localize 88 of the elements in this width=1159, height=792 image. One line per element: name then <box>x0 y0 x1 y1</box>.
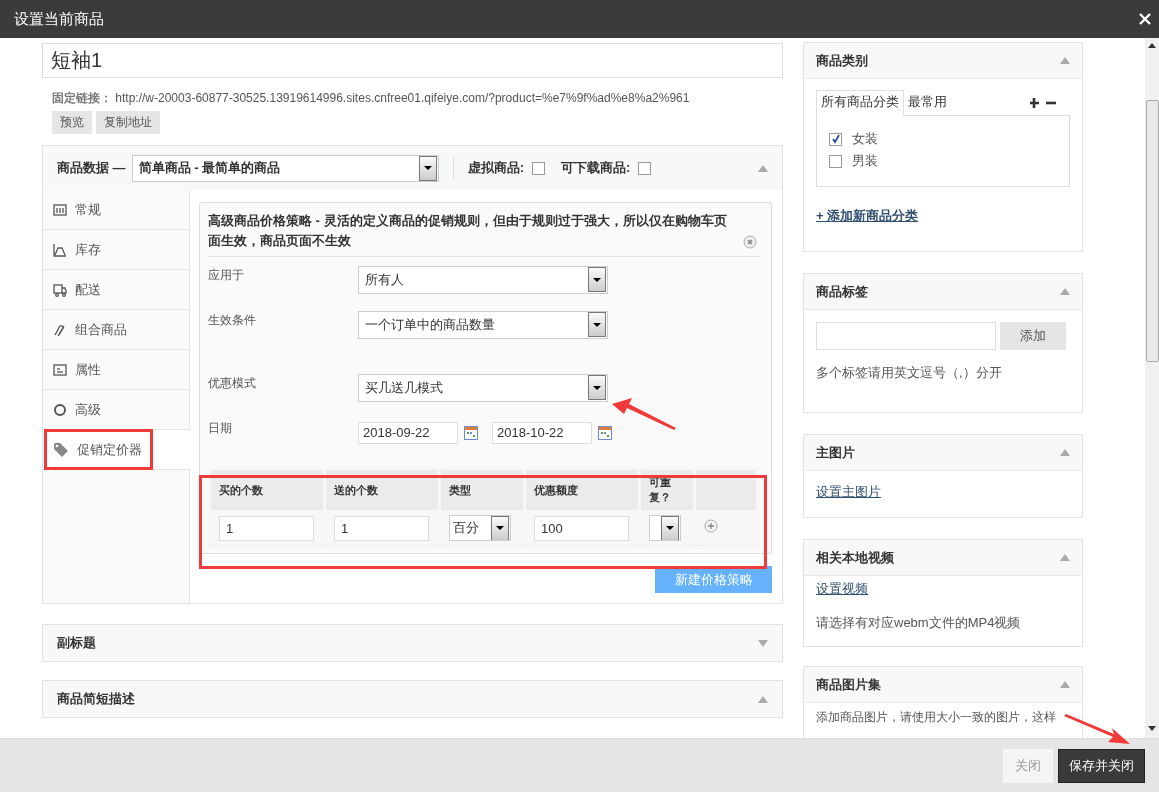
option-label: 虚拟商品: <box>467 159 524 177</box>
hint-text: 多个标签请用英文逗号（,）分开 <box>816 364 1003 382</box>
field-label: 优惠模式 <box>208 375 257 392</box>
gear-icon <box>53 402 67 417</box>
select-field[interactable]: 一个订单中的商品数量 <box>358 310 608 339</box>
chart-icon <box>53 242 67 257</box>
panel-title: 商品标签 <box>816 282 868 301</box>
arrow-annotation <box>610 398 678 432</box>
caret-icon <box>496 526 504 530</box>
save-close-button[interactable]: 保存并关闭 <box>1058 748 1145 783</box>
category-tab[interactable]: 所有商品分类 <box>816 90 904 116</box>
caret-icon <box>593 277 601 282</box>
product-data-tab[interactable]: 促销定价器 <box>43 430 190 470</box>
collapse-arrow-icon[interactable] <box>1060 57 1070 64</box>
checkbox[interactable] <box>829 154 842 168</box>
input-field[interactable]: 1 <box>219 515 314 541</box>
product-type-select[interactable]: 简单商品 - 最简单的商品 <box>131 154 439 182</box>
caret-icon <box>593 385 601 390</box>
panel-title: 商品类别 <box>816 51 868 70</box>
input-field[interactable]: 1 <box>334 515 429 541</box>
input-field[interactable]: 100 <box>534 515 629 541</box>
scroll-down-icon[interactable] <box>1148 726 1156 731</box>
product-data-tab[interactable]: 配送 <box>43 270 189 310</box>
caret-icon <box>666 526 674 530</box>
scroll-up-icon[interactable] <box>1148 43 1156 48</box>
product-data-tab[interactable]: 组合商品 <box>43 310 189 350</box>
window-title: 设置当前商品 <box>14 9 104 29</box>
add-remove-icon[interactable] <box>1030 98 1056 108</box>
collapse-arrow-icon[interactable] <box>1060 554 1070 561</box>
checkbox[interactable] <box>829 132 842 146</box>
column-header: 送的个数 <box>326 470 438 510</box>
calendar-icon[interactable] <box>598 425 612 440</box>
hint-text: 请选择有对应webm文件的MP4视频 <box>816 614 1022 632</box>
column-header: 买的个数 <box>211 470 323 510</box>
select-field[interactable]: 百分 <box>449 515 511 541</box>
panel-title: 商品图片集 <box>816 675 881 694</box>
column-header: 类型 <box>441 470 523 510</box>
permalink-button[interactable]: 复制地址 <box>96 111 160 134</box>
product-data-tab[interactable]: 属性 <box>43 350 189 390</box>
permalink-text: 固定链接： http://w-20003-60877-30525.13919614996.sites.cnfree01.qifeiye.com/?product=%e7%9f%ad%e8%a2%961 <box>52 90 691 107</box>
grid-icon <box>53 202 67 217</box>
collapse-arrow-icon[interactable] <box>758 164 768 172</box>
section-heading: 高级商品价格策略 - 灵活的定义商品的促销规则，但由于规则过于强大，所以仅在购物车页面生效，商品页面不生效 <box>208 212 728 250</box>
calendar-icon[interactable] <box>464 425 478 440</box>
truck-icon <box>53 282 67 297</box>
add-icon[interactable] <box>704 519 718 533</box>
permalink-button[interactable]: 预览 <box>52 111 92 134</box>
panel-title: 副标题 <box>57 634 96 652</box>
collapse-arrow-icon[interactable] <box>1060 449 1070 456</box>
caret-icon <box>593 322 601 327</box>
option-label: 可下载商品: <box>560 159 631 177</box>
field-label: 日期 <box>208 420 233 437</box>
title-input[interactable]: 短袖1 <box>42 43 783 78</box>
collapse-arrow-icon[interactable] <box>1060 681 1070 688</box>
select-field[interactable] <box>649 515 681 541</box>
list-icon <box>53 362 67 377</box>
set-link[interactable]: 设置视频 <box>816 581 868 596</box>
category-label: 男装 <box>852 152 878 170</box>
column-header: 优惠额度 <box>526 470 638 510</box>
category-label: 女装 <box>852 130 878 148</box>
field-label: 生效条件 <box>208 312 257 329</box>
expand-arrow-icon[interactable] <box>758 639 768 647</box>
panel-title: 相关本地视频 <box>816 548 894 567</box>
checkbox[interactable] <box>531 161 545 175</box>
caret-icon <box>423 166 432 170</box>
collapse-arrow-icon[interactable] <box>1060 288 1070 295</box>
set-link[interactable]: 设置主图片 <box>816 484 881 499</box>
tag-input[interactable] <box>816 322 996 350</box>
hint-text: 添加商品图片，请使用大小一致的图片，这样 <box>816 709 1056 726</box>
add-button[interactable]: 添加 <box>1000 322 1066 350</box>
link-icon <box>53 322 67 337</box>
date-field[interactable]: 2018-09-22 <box>358 421 458 444</box>
date-field[interactable]: 2018-10-22 <box>492 421 592 444</box>
panel-title: 主图片 <box>816 443 855 462</box>
field-label: 应用于 <box>208 267 245 284</box>
checkbox[interactable] <box>638 161 652 175</box>
product-data-tab[interactable]: 常规 <box>43 190 189 230</box>
category-tab[interactable]: 最常用 <box>904 91 951 115</box>
select-field[interactable]: 买几送几模式 <box>358 373 608 402</box>
add-category-link[interactable]: + 添加新商品分类 <box>816 207 919 225</box>
product-data-tab[interactable]: 库存 <box>43 230 189 270</box>
arrow-annotation <box>1064 712 1132 746</box>
tag-icon <box>53 441 69 458</box>
panel-title: 商品简短描述 <box>57 690 135 708</box>
select-field[interactable]: 所有人 <box>358 265 608 294</box>
panel-title: 商品数据 — <box>57 159 126 177</box>
scrollbar[interactable] <box>1145 38 1159 738</box>
collapse-arrow-icon[interactable] <box>758 695 768 703</box>
